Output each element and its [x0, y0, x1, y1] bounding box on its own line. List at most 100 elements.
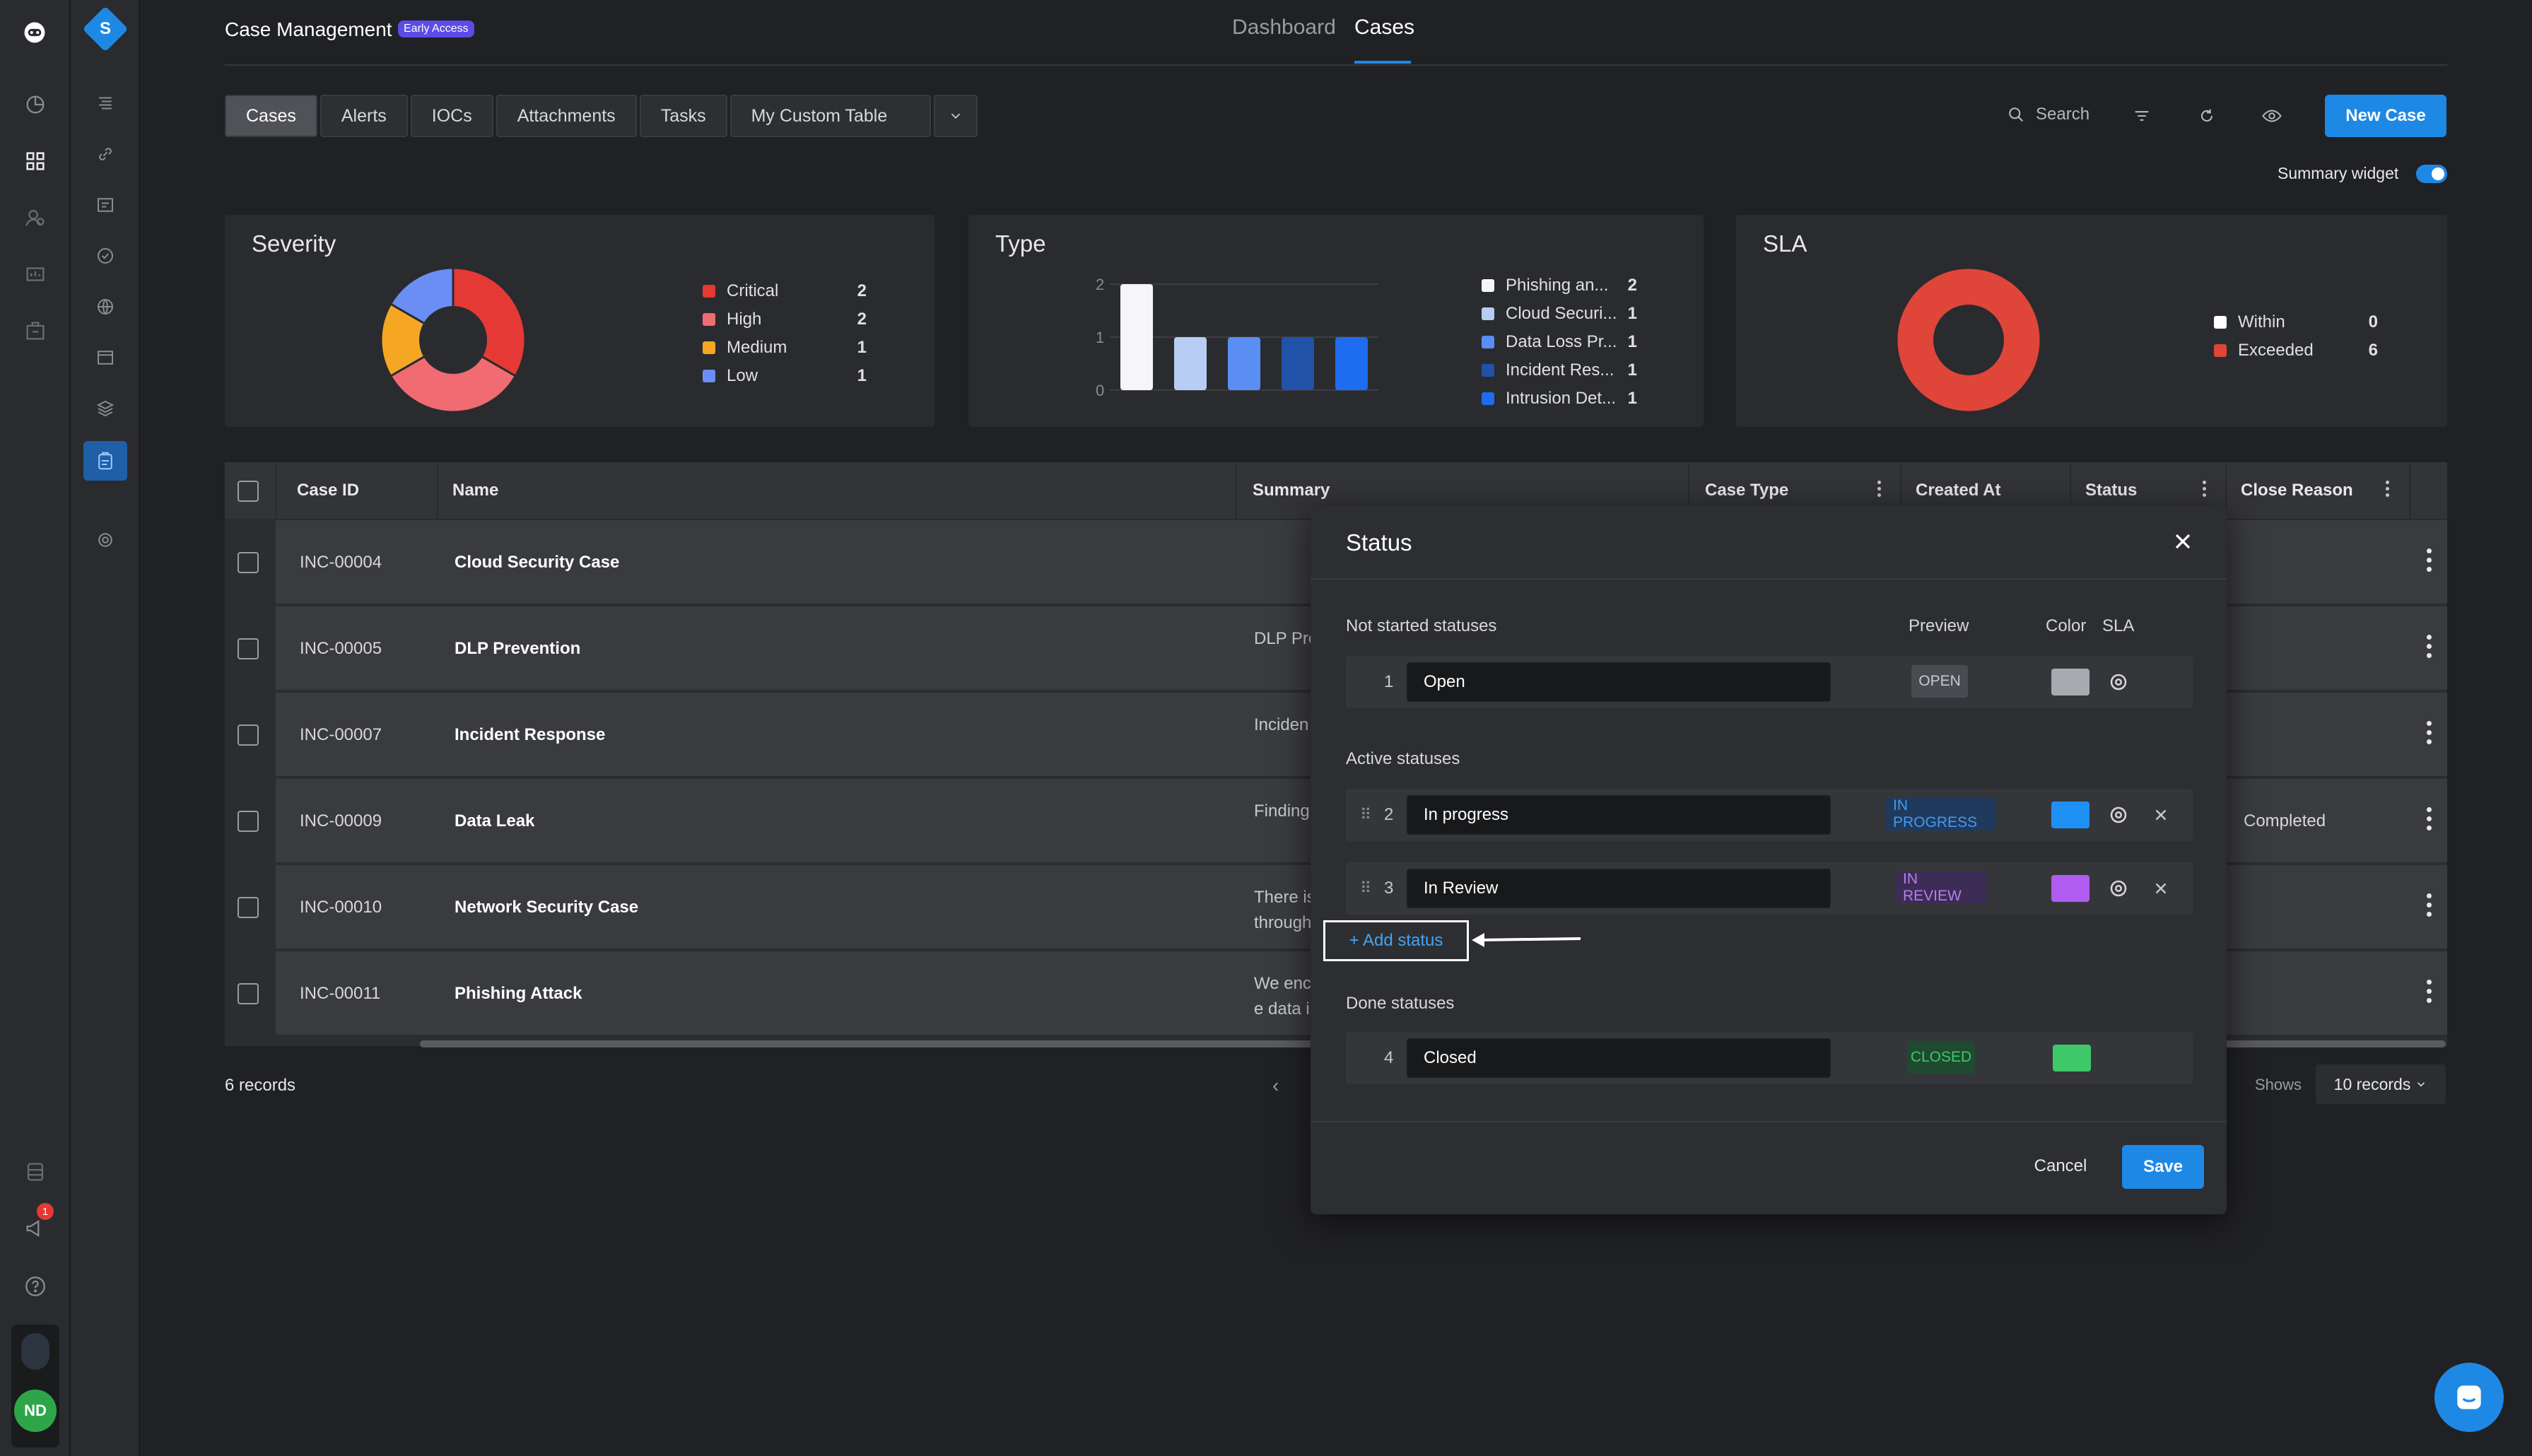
status-column-menu-icon[interactable] — [2200, 481, 2208, 509]
row-checkbox[interactable] — [238, 552, 259, 573]
close-icon[interactable] — [2170, 529, 2196, 554]
chat-support-button[interactable] — [2434, 1363, 2504, 1432]
select-all-checkbox[interactable] — [238, 481, 259, 502]
nav-tab-dashboard[interactable]: Dashboard — [1232, 16, 1336, 40]
tab-iocs[interactable]: IOCs — [410, 95, 493, 137]
list-icon[interactable] — [90, 88, 121, 119]
settings-icon[interactable] — [90, 524, 121, 556]
tab-tasks[interactable]: Tasks — [639, 95, 727, 137]
storage-icon[interactable] — [20, 1156, 51, 1187]
search-button[interactable]: Search — [2006, 105, 2090, 124]
app-logo-icon[interactable] — [19, 17, 50, 48]
case-name-cell[interactable]: Incident Response — [455, 725, 605, 745]
column-header-created-at[interactable]: Created At — [1916, 481, 2000, 500]
column-header-summary[interactable]: Summary — [1253, 481, 1330, 500]
chat-icon — [2457, 1385, 2481, 1409]
drag-handle-icon[interactable]: ⠿ — [1360, 879, 1371, 898]
column-header-close-reason[interactable]: Close Reason — [2241, 481, 2353, 500]
row-menu-icon[interactable] — [2425, 721, 2432, 749]
legend-value: 1 — [1627, 360, 1637, 380]
summary-widget-toggle[interactable] — [2416, 165, 2447, 183]
row-menu-icon[interactable] — [2425, 635, 2432, 663]
status-name-input[interactable]: Open — [1407, 662, 1831, 702]
globe-icon[interactable] — [90, 291, 121, 322]
bar-4[interactable] — [1282, 337, 1314, 390]
per-page-select[interactable]: 10 records — [2316, 1064, 2446, 1104]
close-reason-column-menu-icon[interactable] — [2384, 481, 2391, 509]
column-color: Color — [2046, 616, 2087, 635]
case-name-cell[interactable]: Phishing Attack — [455, 984, 582, 1004]
legend-item: Critical 2 — [703, 277, 867, 305]
summary-cell: We enc e data i — [1254, 971, 1318, 1022]
eye-icon[interactable] — [2259, 103, 2285, 129]
sla-target-icon[interactable] — [2108, 878, 2129, 899]
column-header-name[interactable]: Name — [452, 481, 498, 500]
package-icon[interactable] — [20, 315, 51, 346]
tab-alerts[interactable]: Alerts — [320, 95, 408, 137]
section-done: Done statuses — [1346, 994, 1455, 1013]
add-status-button[interactable]: + Add status — [1323, 920, 1469, 961]
window-icon[interactable] — [90, 342, 121, 373]
save-button[interactable]: Save — [2122, 1145, 2204, 1189]
users-icon[interactable] — [20, 202, 51, 233]
case-name-cell[interactable]: DLP Prevention — [455, 639, 580, 659]
tabs-dropdown-button[interactable] — [934, 95, 978, 137]
case-name-cell[interactable]: Cloud Security Case — [455, 553, 619, 573]
row-checkbox[interactable] — [238, 811, 259, 832]
tab-cases[interactable]: Cases — [225, 95, 317, 137]
status-name-input[interactable]: In Review — [1407, 869, 1831, 908]
layers-icon[interactable] — [90, 393, 121, 424]
secondary-sidebar: S — [71, 0, 140, 1456]
bar-1[interactable] — [1120, 284, 1153, 390]
summary-line: Finding — [1254, 802, 1310, 821]
status-color-swatch[interactable] — [2051, 669, 2090, 695]
shield-check-icon[interactable] — [90, 240, 121, 271]
drag-handle-icon[interactable]: ⠿ — [1360, 806, 1371, 824]
tab-attachments[interactable]: Attachments — [496, 95, 637, 137]
row-checkbox[interactable] — [238, 638, 259, 659]
nav-tab-cases[interactable]: Cases — [1354, 16, 1414, 40]
reports-icon[interactable] — [20, 259, 51, 290]
new-case-button[interactable]: New Case — [2325, 95, 2446, 137]
row-checkbox[interactable] — [238, 724, 259, 746]
tab-my-custom-table[interactable]: My Custom Table — [729, 95, 932, 137]
bar-5[interactable] — [1335, 337, 1368, 390]
remove-status-icon[interactable] — [2152, 879, 2170, 898]
column-header-case-type[interactable]: Case Type — [1705, 481, 1788, 500]
inbox-icon[interactable] — [90, 189, 121, 221]
row-menu-icon[interactable] — [2425, 980, 2432, 1008]
case-name-cell[interactable]: Data Leak — [455, 811, 534, 831]
bar-2[interactable] — [1174, 337, 1207, 390]
row-menu-icon[interactable] — [2425, 893, 2432, 922]
row-menu-icon[interactable] — [2425, 807, 2432, 835]
link-icon[interactable] — [90, 139, 121, 170]
help-icon[interactable] — [20, 1271, 51, 1302]
case-name-cell[interactable]: Network Security Case — [455, 898, 638, 917]
row-menu-icon[interactable] — [2425, 548, 2432, 577]
status-color-swatch[interactable] — [2053, 1045, 2091, 1072]
bar-3[interactable] — [1228, 337, 1260, 390]
dashboard-grid-icon[interactable] — [20, 146, 51, 177]
avatar[interactable]: ND — [14, 1390, 57, 1432]
sla-target-icon[interactable] — [2108, 804, 2129, 826]
column-header-status[interactable]: Status — [2085, 481, 2137, 500]
refresh-icon[interactable] — [2194, 103, 2220, 129]
row-checkbox[interactable] — [238, 983, 259, 1004]
remove-status-icon[interactable] — [2152, 806, 2170, 824]
status-color-swatch[interactable] — [2051, 875, 2090, 902]
status-preview-badge: IN REVIEW — [1896, 871, 1986, 904]
case-type-column-menu-icon[interactable] — [1875, 481, 1882, 509]
status-name-input[interactable]: In progress — [1407, 795, 1831, 835]
column-header-case-id[interactable]: Case ID — [297, 481, 359, 500]
prev-page-chevron-icon[interactable]: ‹ — [1272, 1074, 1279, 1097]
status-name-input[interactable]: Closed — [1407, 1038, 1831, 1078]
status-color-swatch[interactable] — [2051, 802, 2090, 828]
assistant-avatar-icon[interactable] — [21, 1333, 49, 1370]
summary-line: through — [1254, 913, 1312, 932]
filter-icon[interactable] — [2129, 103, 2155, 129]
row-checkbox[interactable] — [238, 897, 259, 918]
cancel-button[interactable]: Cancel — [2015, 1145, 2106, 1187]
analytics-icon[interactable] — [20, 89, 51, 120]
legend-value: 1 — [1627, 332, 1637, 351]
sla-target-icon[interactable] — [2108, 671, 2129, 693]
